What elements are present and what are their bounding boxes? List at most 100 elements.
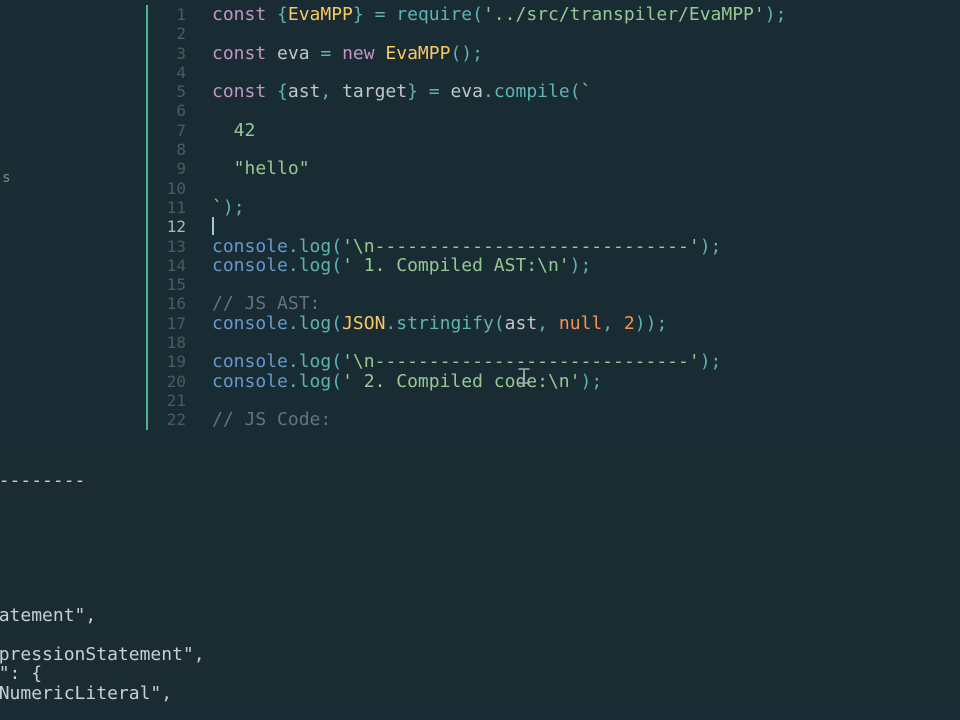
line-number: 8 (148, 140, 190, 159)
code-line[interactable]: const {EvaMPP} = require('../src/transpi… (212, 5, 786, 24)
output-line: [ (0, 626, 960, 645)
code-token: log (299, 351, 332, 372)
code-token: const (212, 43, 277, 64)
code-token: . (288, 255, 299, 276)
line-number: 20 (148, 372, 190, 391)
code-line[interactable] (212, 333, 786, 352)
code-token: . (483, 81, 494, 102)
code-token: "hello" (212, 158, 310, 179)
code-token: log (299, 255, 332, 276)
terminal-output[interactable]: ----------------AST:ogram","BlockStateme… (0, 452, 960, 703)
code-token: ( (570, 81, 581, 102)
code-token: ; (234, 197, 245, 218)
code-token: ) (580, 371, 591, 392)
code-token: console (212, 313, 288, 334)
line-number: 6 (148, 101, 190, 120)
code-line[interactable] (212, 179, 786, 198)
code-token: ast (288, 81, 321, 102)
code-token: 42 (212, 120, 255, 141)
code-token: )) (635, 313, 657, 334)
file-item[interactable]: gen.js (0, 170, 11, 186)
code-token: { (277, 4, 288, 25)
code-token: console (212, 236, 288, 257)
code-line[interactable] (212, 63, 786, 82)
output-line (0, 510, 960, 529)
code-token: ; (591, 371, 602, 392)
output-line: ogram", (0, 548, 960, 567)
code-token: ` (581, 81, 592, 102)
line-number: 17 (148, 314, 190, 333)
code-area[interactable]: const {EvaMPP} = require('../src/transpi… (212, 5, 786, 430)
output-line (0, 568, 960, 587)
line-number: 11 (148, 198, 190, 217)
code-token: null (559, 313, 602, 334)
code-token: ' 2. Compiled code:\n' (342, 371, 580, 392)
code-line[interactable]: console.log('\n-------------------------… (212, 237, 786, 256)
code-token: const (212, 4, 277, 25)
code-line[interactable] (212, 140, 786, 159)
code-token: . (385, 313, 396, 334)
code-token: ; (776, 4, 787, 25)
code-line[interactable]: const {ast, target} = eva.compile(` (212, 82, 786, 101)
code-line[interactable]: console.log(' 1. Compiled AST:\n'); (212, 256, 786, 275)
line-number: 2 (148, 24, 190, 43)
code-token: ; (656, 313, 667, 334)
code-line[interactable] (212, 275, 786, 294)
code-line[interactable]: const eva = new EvaMPP(); (212, 44, 786, 63)
code-token: ; (711, 236, 722, 257)
code-token: ) (223, 197, 234, 218)
code-token: log (299, 236, 332, 257)
code-token: ( (331, 236, 342, 257)
code-token: ( (331, 255, 342, 276)
code-token: } (407, 81, 418, 102)
code-token: ( (331, 351, 342, 372)
code-token: ` (212, 197, 223, 218)
code-token: 2 (624, 313, 635, 334)
output-line: ---------------- (0, 471, 960, 490)
line-number: 9 (148, 159, 190, 178)
code-token: EvaMPP (385, 43, 450, 64)
code-line[interactable]: // JS AST: (212, 294, 786, 313)
line-number: 19 (148, 352, 190, 371)
line-number: 5 (148, 82, 190, 101)
code-line[interactable] (212, 101, 786, 120)
output-line (0, 452, 960, 471)
code-token: log (299, 313, 332, 334)
code-token: ( (494, 313, 505, 334)
code-line[interactable]: // JS Code: (212, 410, 786, 429)
output-line: pe": "ExpressionStatement", (0, 645, 960, 664)
code-token: JSON (342, 313, 385, 334)
code-line[interactable]: "hello" (212, 159, 786, 178)
output-line (0, 587, 960, 606)
code-line[interactable] (212, 391, 786, 410)
code-line[interactable]: console.log('\n-------------------------… (212, 352, 786, 371)
line-number: 3 (148, 44, 190, 63)
output-line: type": "NumericLiteral", (0, 684, 960, 703)
code-line[interactable]: console.log(' 2. Compiled code:\n'); (212, 372, 786, 391)
code-token: ( (331, 313, 342, 334)
code-line[interactable] (212, 24, 786, 43)
code-token: eva (277, 43, 310, 64)
code-token: ) (700, 236, 711, 257)
code-token: . (288, 351, 299, 372)
code-token: EvaMPP (288, 4, 353, 25)
code-token: ; (472, 43, 483, 64)
code-token: log (299, 371, 332, 392)
code-token: new (342, 43, 385, 64)
code-line[interactable] (212, 217, 786, 236)
code-token: = (310, 43, 343, 64)
code-token: ast (505, 313, 538, 334)
code-token: , (320, 81, 342, 102)
file-explorer[interactable]: gen.js.js (0, 0, 130, 430)
code-token: ) (570, 255, 581, 276)
code-token: require (396, 4, 472, 25)
code-token: stringify (396, 313, 494, 334)
code-token: = (418, 81, 451, 102)
code-line[interactable]: `); (212, 198, 786, 217)
code-token: ; (711, 351, 722, 372)
code-line[interactable]: 42 (212, 121, 786, 140)
code-token: () (450, 43, 472, 64)
line-number: 22 (148, 410, 190, 429)
code-line[interactable]: console.log(JSON.stringify(ast, null, 2)… (212, 314, 786, 333)
code-token: // JS Code: (212, 409, 331, 430)
